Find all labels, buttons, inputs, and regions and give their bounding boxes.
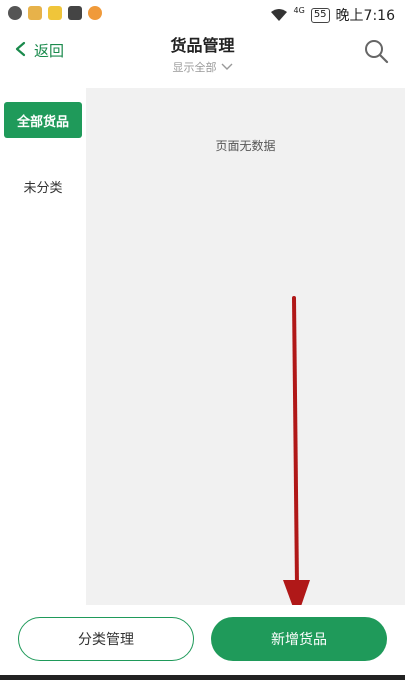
signal-label: 4G	[293, 5, 305, 15]
app-header: 返回 货品管理 显示全部	[0, 28, 405, 76]
search-icon	[365, 40, 389, 64]
annotation-arrow-icon	[283, 296, 310, 618]
mail-icon	[68, 6, 82, 20]
notification-icons	[8, 6, 102, 20]
filter-dropdown[interactable]: 显示全部	[173, 59, 233, 75]
status-time: 晚上7:16	[335, 8, 395, 24]
category-uncategorized[interactable]: 未分类	[4, 168, 82, 204]
title-block: 货品管理 显示全部	[0, 32, 405, 75]
status-right: 4G 55 晚上7:16	[270, 5, 395, 25]
chevron-down-icon	[221, 61, 233, 74]
wifi-icon	[270, 8, 288, 22]
filter-label: 显示全部	[172, 61, 217, 74]
smile-app-icon	[48, 6, 62, 20]
empty-message: 页面无数据	[215, 139, 276, 153]
category-all[interactable]: 全部货品	[4, 102, 82, 138]
message-icon	[8, 6, 22, 20]
bottom-action-bar: 分类管理 新增货品	[0, 605, 405, 675]
category-manage-button[interactable]: 分类管理	[18, 617, 194, 661]
page-title: 货品管理	[170, 36, 235, 55]
face-app-icon	[88, 6, 102, 20]
category-sidebar: 全部货品 未分类	[0, 88, 86, 605]
notes-icon	[28, 6, 42, 20]
navigation-strip	[0, 675, 405, 680]
search-button[interactable]	[363, 38, 389, 64]
status-bar: 4G 55 晚上7:16	[0, 0, 405, 28]
battery-indicator: 55	[310, 7, 330, 23]
add-goods-button[interactable]: 新增货品	[211, 617, 387, 661]
goods-list-area: 页面无数据	[86, 88, 405, 605]
